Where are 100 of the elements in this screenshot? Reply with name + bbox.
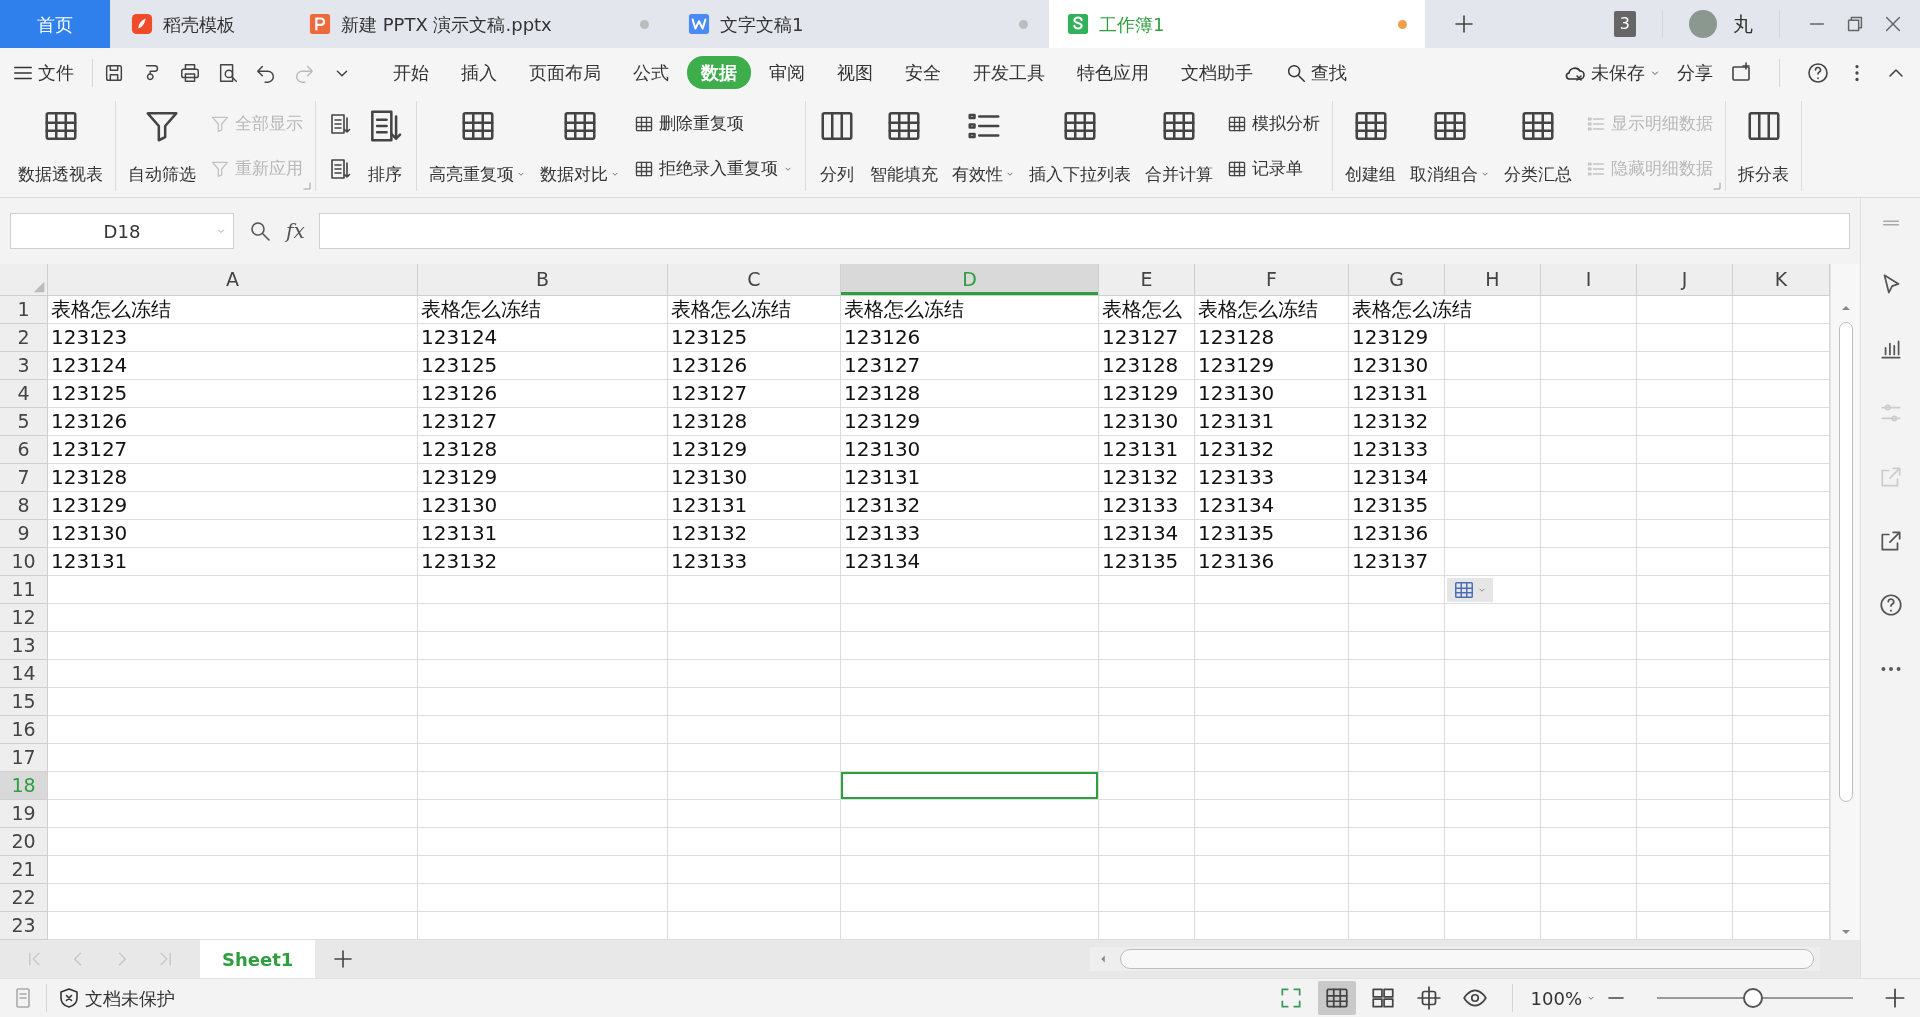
scrollbar-thumb[interactable] bbox=[1838, 322, 1853, 802]
empty-cell[interactable] bbox=[1541, 352, 1637, 380]
ribbon-button[interactable]: 拒绝录入重复项 bbox=[630, 153, 797, 184]
ribbon-button[interactable]: 删除重复项 bbox=[630, 108, 797, 139]
empty-cell[interactable] bbox=[1637, 380, 1733, 408]
column-header[interactable]: K bbox=[1733, 264, 1830, 296]
row-header[interactable]: 8 bbox=[0, 492, 48, 520]
empty-cell[interactable] bbox=[1541, 800, 1637, 828]
row-header[interactable]: 20 bbox=[0, 828, 48, 856]
column-header[interactable]: F bbox=[1195, 264, 1349, 296]
empty-cell[interactable] bbox=[1349, 744, 1445, 772]
empty-cell[interactable] bbox=[1195, 856, 1349, 884]
ribbon-tab[interactable]: 公式 bbox=[619, 56, 683, 89]
row-header[interactable]: 22 bbox=[0, 884, 48, 912]
ribbon-button[interactable]: 排序 bbox=[362, 101, 408, 191]
ribbon-button[interactable]: 拆分表 bbox=[1734, 101, 1793, 191]
ribbon-tab[interactable]: 安全 bbox=[891, 56, 955, 89]
sort-icon[interactable] bbox=[328, 111, 352, 136]
empty-cell[interactable] bbox=[1541, 380, 1637, 408]
row-header[interactable]: 21 bbox=[0, 856, 48, 884]
empty-cell[interactable] bbox=[1349, 632, 1445, 660]
ribbon-button[interactable]: 合并计算 bbox=[1141, 101, 1217, 191]
empty-cell[interactable] bbox=[1195, 660, 1349, 688]
empty-cell[interactable] bbox=[1445, 436, 1541, 464]
formula-input[interactable] bbox=[318, 213, 1850, 249]
empty-cell[interactable] bbox=[1541, 856, 1637, 884]
row-header[interactable]: 16 bbox=[0, 716, 48, 744]
row-header[interactable]: 23 bbox=[0, 912, 48, 940]
empty-cell[interactable] bbox=[1099, 884, 1195, 912]
empty-cell[interactable] bbox=[418, 716, 668, 744]
empty-cell[interactable] bbox=[1349, 828, 1445, 856]
empty-cell[interactable] bbox=[841, 576, 1099, 604]
ribbon-button[interactable]: 记录单 bbox=[1223, 153, 1324, 184]
empty-cell[interactable] bbox=[1637, 352, 1733, 380]
empty-cell[interactable] bbox=[1195, 828, 1349, 856]
ribbon-tab[interactable]: 特色应用 bbox=[1063, 56, 1163, 89]
row-header[interactable]: 3 bbox=[0, 352, 48, 380]
empty-cell[interactable] bbox=[1541, 492, 1637, 520]
ribbon-button[interactable]: 自动筛选 bbox=[124, 101, 200, 191]
empty-cell[interactable] bbox=[1099, 576, 1195, 604]
empty-cell[interactable] bbox=[1445, 520, 1541, 548]
empty-cell[interactable] bbox=[1445, 492, 1541, 520]
empty-cell[interactable] bbox=[1195, 800, 1349, 828]
row-header[interactable]: 2 bbox=[0, 324, 48, 352]
empty-cell[interactable] bbox=[1637, 716, 1733, 744]
empty-cell[interactable] bbox=[1445, 548, 1541, 576]
empty-cell[interactable] bbox=[418, 744, 668, 772]
grid-view-icon[interactable] bbox=[1323, 985, 1350, 1011]
empty-cell[interactable] bbox=[841, 828, 1099, 856]
empty-cell[interactable] bbox=[668, 884, 841, 912]
empty-cell[interactable] bbox=[1637, 324, 1733, 352]
empty-cell[interactable] bbox=[1445, 464, 1541, 492]
empty-cell[interactable] bbox=[1349, 800, 1445, 828]
empty-cell[interactable] bbox=[1195, 716, 1349, 744]
row-header[interactable]: 11 bbox=[0, 576, 48, 604]
save-status-button[interactable]: 未保存 bbox=[1563, 59, 1661, 86]
empty-cell[interactable] bbox=[1099, 856, 1195, 884]
empty-cell[interactable] bbox=[1637, 436, 1733, 464]
empty-cell[interactable] bbox=[1541, 660, 1637, 688]
empty-cell[interactable] bbox=[1195, 576, 1349, 604]
empty-cell[interactable] bbox=[668, 632, 841, 660]
empty-cell[interactable] bbox=[1541, 884, 1637, 912]
empty-cell[interactable] bbox=[1637, 520, 1733, 548]
empty-cell[interactable] bbox=[1541, 744, 1637, 772]
row-header[interactable]: 9 bbox=[0, 520, 48, 548]
ribbon-tab[interactable]: 审阅 bbox=[755, 56, 819, 89]
empty-cell[interactable] bbox=[1637, 688, 1733, 716]
empty-cell[interactable] bbox=[1099, 800, 1195, 828]
empty-cell[interactable] bbox=[841, 632, 1099, 660]
print-icon[interactable] bbox=[179, 61, 201, 84]
empty-cell[interactable] bbox=[668, 576, 841, 604]
slider-thumb[interactable] bbox=[1743, 988, 1764, 1008]
empty-cell[interactable] bbox=[1099, 632, 1195, 660]
empty-cell[interactable] bbox=[1349, 688, 1445, 716]
empty-cell[interactable] bbox=[1541, 576, 1637, 604]
document-tab[interactable]: 首页 bbox=[0, 0, 110, 48]
empty-cell[interactable] bbox=[1637, 660, 1733, 688]
column-header[interactable]: A bbox=[48, 264, 418, 296]
empty-cell[interactable] bbox=[1541, 772, 1637, 800]
ribbon-tab[interactable]: 页面布局 bbox=[515, 56, 615, 89]
empty-cell[interactable] bbox=[841, 688, 1099, 716]
ribbon-button[interactable]: 高亮重复项 bbox=[425, 101, 530, 191]
empty-cell[interactable] bbox=[841, 660, 1099, 688]
empty-cell[interactable] bbox=[418, 604, 668, 632]
layout-icon[interactable] bbox=[1415, 985, 1442, 1011]
empty-cell[interactable] bbox=[841, 604, 1099, 632]
ribbon-button[interactable]: 模拟分析 bbox=[1223, 108, 1324, 139]
ribbon-button[interactable]: 取消组合 bbox=[1406, 101, 1494, 191]
empty-cell[interactable] bbox=[1637, 772, 1733, 800]
row-header[interactable]: 13 bbox=[0, 632, 48, 660]
empty-cell[interactable] bbox=[418, 576, 668, 604]
empty-cell[interactable] bbox=[1541, 436, 1637, 464]
sort-icon[interactable] bbox=[328, 156, 352, 181]
empty-cell[interactable] bbox=[668, 800, 841, 828]
empty-cell[interactable] bbox=[1445, 884, 1541, 912]
empty-cell[interactable] bbox=[418, 660, 668, 688]
empty-cell[interactable] bbox=[418, 800, 668, 828]
empty-cell[interactable] bbox=[841, 856, 1099, 884]
empty-cell[interactable] bbox=[1637, 576, 1733, 604]
new-tab-icon[interactable] bbox=[1452, 12, 1476, 36]
